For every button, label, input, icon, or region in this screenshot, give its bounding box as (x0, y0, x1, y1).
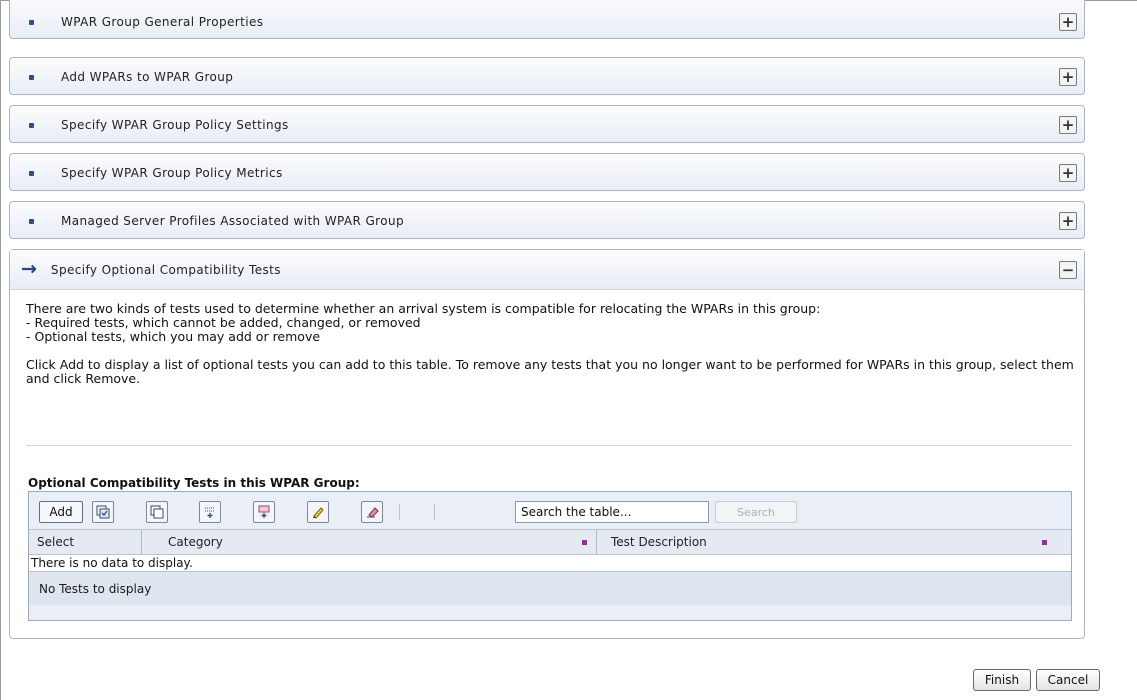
expand-plus-icon[interactable]: + (1059, 13, 1077, 31)
section-label: Specify Optional Compatibility Tests (50, 262, 281, 277)
description-line: - Required tests, which cannot be added,… (26, 315, 421, 330)
section-label: WPAR Group General Properties (61, 15, 264, 29)
toolbar-separator (399, 504, 400, 520)
table-header-row: Select Category Test Description (29, 529, 1071, 555)
collapse-minus-icon[interactable]: − (1059, 261, 1077, 279)
search-button[interactable]: Search (715, 501, 797, 523)
description-line: There are two kinds of tests used to det… (26, 301, 821, 316)
section-label: Specify WPAR Group Policy Metrics (61, 166, 283, 180)
add-button[interactable]: Add (39, 501, 83, 523)
section-policy-settings[interactable]: Specify WPAR Group Policy Settings + (9, 105, 1085, 143)
column-label: Category (168, 535, 223, 549)
edit-icon[interactable] (307, 501, 329, 523)
empty-table-message: There is no data to display. (29, 555, 1071, 571)
column-label: Test Description (611, 535, 707, 549)
section-general-properties[interactable]: WPAR Group General Properties + (9, 0, 1085, 39)
section-header[interactable]: → Specify Optional Compatibility Tests − (10, 250, 1084, 290)
tests-table: Add Search Select (28, 491, 1072, 621)
section-description: There are two kinds of tests used to det… (26, 302, 1076, 386)
table-footer: No Tests to display (29, 571, 1071, 605)
expand-rows-icon[interactable] (199, 501, 221, 523)
description-line: - Optional tests, which you may add or r… (26, 329, 321, 344)
sort-indicator-icon (1042, 539, 1047, 545)
column-header-select[interactable]: Select (29, 530, 141, 554)
search-input[interactable] (515, 501, 709, 523)
section-label: Specify WPAR Group Policy Settings (61, 118, 289, 132)
expand-plus-icon[interactable]: + (1059, 116, 1077, 134)
bullet-icon (29, 122, 34, 128)
description-line: Click Add to display a list of optional … (26, 357, 1074, 386)
deselect-all-icon[interactable] (146, 501, 168, 523)
bullet-icon (29, 74, 34, 80)
toolbar-separator (434, 504, 435, 520)
column-header-category[interactable]: Category (141, 530, 596, 554)
section-managed-server-profiles[interactable]: Managed Server Profiles Associated with … (9, 201, 1085, 239)
expand-plus-icon[interactable]: + (1059, 212, 1077, 230)
section-add-wpars[interactable]: Add WPARs to WPAR Group + (9, 57, 1085, 95)
bullet-icon (29, 218, 34, 224)
column-header-test-description[interactable]: Test Description (596, 530, 1061, 554)
expand-plus-icon[interactable]: + (1059, 68, 1077, 86)
table-title: Optional Compatibility Tests in this WPA… (28, 476, 360, 490)
sort-indicator-icon (582, 539, 587, 545)
section-label: Managed Server Profiles Associated with … (61, 214, 405, 228)
bullet-icon (29, 19, 34, 25)
section-optional-compatibility-tests: → Specify Optional Compatibility Tests −… (9, 249, 1085, 639)
cancel-button[interactable]: Cancel (1036, 669, 1100, 691)
section-label: Add WPARs to WPAR Group (61, 70, 234, 84)
select-all-icon[interactable] (92, 501, 114, 523)
section-policy-metrics[interactable]: Specify WPAR Group Policy Metrics + (9, 153, 1085, 191)
filter-icon[interactable] (253, 501, 275, 523)
bullet-icon (29, 170, 34, 176)
arrow-right-icon: → (21, 258, 37, 280)
clear-icon[interactable] (361, 501, 383, 523)
expand-plus-icon[interactable]: + (1059, 164, 1077, 182)
finish-button[interactable]: Finish (973, 669, 1031, 691)
divider (26, 445, 1072, 446)
